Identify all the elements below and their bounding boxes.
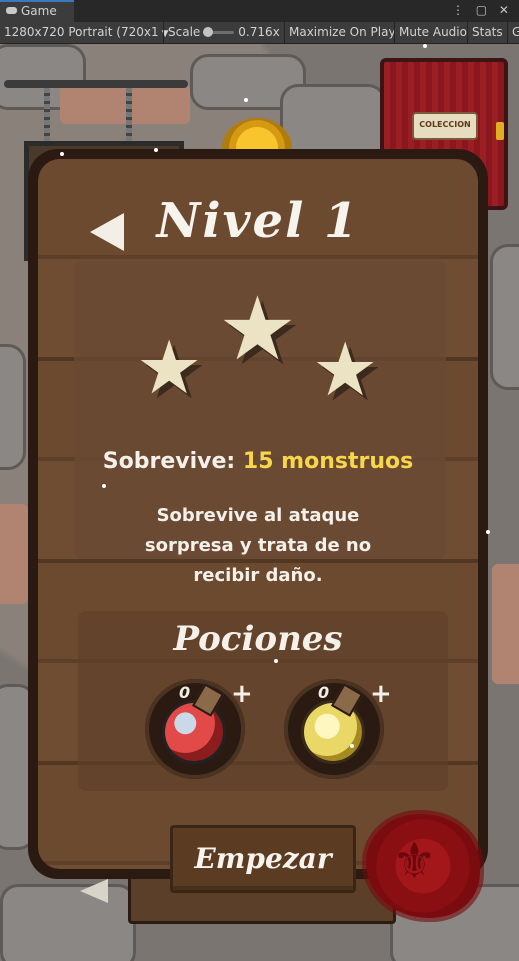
mute-audio-toggle[interactable]: Mute Audio — [394, 22, 467, 43]
gamepad-icon — [6, 7, 17, 14]
resolution-dropdown[interactable]: 1280x720 Portrait (720x1 ▼ — [0, 22, 169, 43]
potion-count: 0 — [179, 683, 191, 702]
potion-count: 0 — [318, 683, 330, 702]
snowflake — [60, 152, 64, 156]
level-panel: Nivel 1 ★ ★ ★ Sobrevive: 15 monstruos So… — [28, 149, 488, 893]
tab-game[interactable]: Game — [0, 0, 74, 22]
add-potion-button[interactable]: + — [370, 681, 392, 707]
snowflake — [274, 659, 278, 663]
prev-world-arrow[interactable] — [80, 879, 108, 903]
star-icon: ★ — [312, 327, 379, 413]
snowflake — [102, 484, 106, 488]
snowflake — [423, 44, 427, 48]
gizmos-toggle[interactable]: G — [507, 22, 519, 43]
objective-label: Sobrevive: — [102, 449, 236, 474]
bg-stone — [0, 884, 136, 961]
red-bomb-potion-slot[interactable]: 0 + — [145, 679, 253, 779]
chain — [44, 88, 50, 142]
scale-label: Scale — [168, 25, 201, 39]
star-icon: ★ — [136, 325, 203, 411]
tab-game-label: Game — [21, 4, 57, 18]
start-button[interactable]: Empezar — [170, 825, 356, 893]
yellow-potion-icon — [304, 703, 362, 761]
bg-stone — [0, 344, 26, 470]
stats-toggle[interactable]: Stats — [467, 22, 507, 43]
scale-value: 0.716x — [238, 25, 280, 39]
bg-stone — [490, 244, 519, 390]
game-viewport: COLECCION Bosque Nivel 1 ★ ★ ★ Sobrevive… — [0, 44, 519, 961]
objective-value: 15 monstruos — [242, 449, 414, 474]
snowflake — [244, 98, 248, 102]
snowflake — [154, 148, 158, 152]
bg-brick — [492, 564, 519, 684]
game-toolbar: 1280x720 Portrait (720x1 ▼ Scale 0.716x Ma… — [0, 22, 519, 44]
slider-knob[interactable] — [203, 27, 214, 37]
snowflake — [350, 744, 354, 748]
chain — [126, 88, 132, 142]
objective: Sobrevive: 15 monstruos — [28, 449, 488, 474]
level-description: Sobrevive al ataque sorpresa y trata de … — [144, 505, 372, 586]
snowflake — [486, 530, 490, 534]
scale-control[interactable]: Scale 0.716x — [163, 22, 284, 43]
window-controls[interactable]: ⋮ ▢ ✕ — [452, 3, 513, 17]
star-icon: ★ — [218, 277, 297, 380]
scale-slider[interactable] — [203, 27, 235, 37]
collection-label: COLECCION — [412, 112, 478, 140]
start-button-label: Empezar — [194, 842, 332, 875]
yellow-potion-slot[interactable]: 0 + — [284, 679, 392, 779]
bg-brick — [60, 84, 190, 124]
add-potion-button[interactable]: + — [231, 681, 253, 707]
level-title: Nivel 1 — [156, 193, 360, 249]
resolution-label: 1280x720 Portrait (720x1 — [4, 25, 159, 39]
bg-brick — [0, 504, 28, 604]
potions-title: Pociones — [173, 619, 343, 659]
fleur-icon: ⚜ — [392, 832, 437, 890]
book-clasp — [496, 122, 504, 140]
red-bomb-potion-icon — [165, 703, 223, 761]
maximize-on-play-toggle[interactable]: Maximize On Play — [284, 22, 396, 43]
sign-bar — [4, 80, 188, 88]
editor-tabbar: Game ⋮ ▢ ✕ — [0, 0, 519, 23]
